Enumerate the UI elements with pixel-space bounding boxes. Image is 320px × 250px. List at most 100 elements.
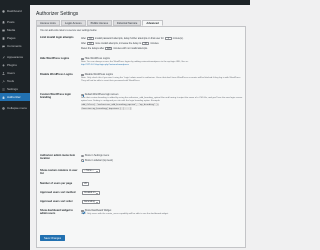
sidebar-item-media[interactable]: Media [0, 26, 30, 34]
hide-wp-logins-field: Hide WordPress Logins Note: You can alwa… [81, 57, 244, 67]
limit-login-fields: After 10 invalid password attempts, dela… [81, 36, 244, 51]
attempts-input-2[interactable]: 10 [87, 41, 95, 46]
lock-icon [2, 95, 5, 99]
sidebar-item-users[interactable]: Users [0, 69, 30, 77]
limit-line1-unit: minute(s). [172, 36, 184, 40]
sidebar-item-tools[interactable]: Tools [0, 77, 30, 85]
delay-input-2[interactable]: 10 [142, 41, 150, 46]
sidebar-item-pages[interactable]: Pages [0, 34, 30, 42]
chevron-down-icon [96, 171, 99, 173]
settings-icon [2, 88, 5, 91]
reset-delay-input[interactable]: 120 [105, 46, 113, 51]
admin-sidebar-menu: Dashboard Posts Media Pages Comments App… [0, 5, 30, 250]
sidebar-item-label: Authorizer [7, 95, 21, 99]
wrench-icon [2, 79, 5, 83]
show-in-sidebar-radio[interactable] [81, 158, 84, 162]
sidebar-item-label: Tools [7, 79, 15, 83]
row-users-per-page: Number of users per page 20 [40, 182, 244, 188]
wp-login-external-link[interactable]: http://127.0.0.1/wp-login.php?external=w… [81, 64, 129, 66]
admin-menu-location-field: Show in Settings menu Show in sidebar (t… [81, 154, 244, 162]
row-limit-login-attempts: Limit invalid login attempts After 10 in… [40, 36, 244, 52]
dashboard-widget-checkbox[interactable] [81, 209, 84, 213]
sidebar-item-dashboard[interactable]: Dashboard [0, 7, 30, 15]
limit-login-label: Limit invalid login attempts [40, 36, 74, 39]
admin-menu-location-label: Authorizer admin menu item location [40, 154, 76, 161]
sort-order-label: Approved users sort order [40, 200, 73, 203]
row-admin-menu-location: Authorizer admin menu item location Show… [40, 154, 244, 164]
sidebar-item-label: Posts [7, 20, 15, 24]
custom-columns-field: -- None -- [81, 169, 244, 173]
limit-line2-text: more invalid attempts, increase the dela… [95, 41, 142, 45]
users-per-page-input[interactable]: 20 [82, 182, 89, 186]
sidebar-item-label: Appearance [7, 55, 24, 59]
attempts-input-1[interactable]: 10 [87, 36, 95, 41]
limit-line1-text: invalid password attempts, delay further… [95, 36, 164, 40]
row-disable-wp-logins: Disable WordPress Logins Disable WordPre… [40, 73, 244, 87]
sidebar-item-label: Settings [7, 87, 18, 91]
save-changes-button[interactable]: Save Changes [40, 235, 66, 241]
row-sort-order: Approved users sort order Ascending [40, 200, 244, 206]
sidebar-item-label: Collapse menu [7, 106, 28, 110]
sort-method-field: Created on [81, 191, 244, 195]
custom-columns-value: -- None -- [84, 170, 94, 172]
users-per-page-field: 20 [81, 182, 244, 186]
dashboard-widget-note: Note: Only users with the create_users c… [81, 213, 169, 216]
sidebar-item-posts[interactable]: Posts [0, 18, 30, 26]
settings-panel: You can add extra rules to a secure user… [36, 26, 246, 248]
sidebar-item-settings[interactable]: Settings [0, 85, 30, 93]
brush-icon [2, 55, 5, 59]
sort-order-select[interactable]: Ascending [82, 200, 100, 204]
dashboard-widget-label: Show dashboard widget to admin users [40, 209, 73, 216]
row-custom-columns: Show custom columns in user list -- None… [40, 169, 244, 176]
show-in-sidebar-label: Show in sidebar (top level) [84, 158, 113, 162]
hide-wp-logins-label: Hide WordPress Logins [40, 57, 70, 60]
sidebar-item-appearance[interactable]: Appearance [0, 53, 30, 61]
plugin-icon [2, 63, 5, 67]
sidebar-item-label: Comments [7, 44, 22, 48]
sidebar-item-authorizer[interactable]: Authorizer [0, 93, 30, 101]
login-branding-label: Custom WordPress login branding [40, 93, 71, 100]
sidebar-item-label: Dashboard [7, 9, 22, 13]
disable-wp-logins-field: Disable WordPress Logins Note: Only chec… [81, 73, 244, 83]
pin-icon [2, 20, 5, 24]
sidebar-item-label: Pages [7, 36, 16, 40]
login-branding-field: Default WordPress login screen Note that… [81, 93, 244, 111]
sidebar-item-plugins[interactable]: Plugins [0, 61, 30, 69]
page-icon [2, 36, 5, 40]
collapse-menu-button[interactable]: Collapse menu [0, 104, 30, 112]
dashboard-widget-field: Show Dashboard Widget Note: Only users w… [81, 209, 244, 216]
row-login-branding: Custom WordPress login branding Default … [40, 93, 244, 119]
sidebar-item-comments[interactable]: Comments [0, 42, 30, 50]
disable-wp-logins-label: Disable WordPress Logins [40, 73, 73, 76]
branding-code-line-1: add_filter( 'authorizer_add_branding_opt… [81, 103, 160, 107]
chevron-down-icon [96, 202, 99, 204]
collapse-icon [2, 106, 5, 110]
show-in-settings-label: Show in Settings menu [84, 154, 110, 158]
media-icon [2, 29, 5, 32]
sidebar-item-label: Users [7, 71, 15, 75]
comment-icon [2, 45, 5, 48]
limit-line2-unit: minutes. [150, 41, 160, 45]
sort-method-label: Approved users sort method [40, 191, 76, 194]
sidebar-item-label: Plugins [7, 63, 17, 67]
sort-order-value: Ascending [84, 201, 95, 203]
custom-columns-label: Show custom columns in user list [40, 169, 78, 176]
show-in-settings-radio[interactable] [81, 154, 84, 158]
page-title: Authorizer Settings [36, 11, 79, 17]
limit-line3-text: minutes with no invalid attempts. [113, 46, 148, 50]
disable-wp-logins-note: Note: Only check this if you aren't usin… [81, 77, 241, 83]
sort-method-select[interactable]: Created on [82, 191, 100, 195]
sidebar-item-label: Media [7, 28, 16, 32]
row-dashboard-widget: Show dashboard widget to admin users Sho… [40, 209, 244, 219]
delay-input-1[interactable]: 1 [164, 36, 172, 41]
limit-line3-prefix: Reset the delays after [81, 46, 105, 50]
sort-method-value: Created on [84, 192, 96, 194]
panel-description: You can add extra rules to a secure user… [40, 30, 97, 32]
custom-columns-select[interactable]: -- None -- [82, 169, 100, 173]
limit-line2-prefix: After [81, 41, 87, 45]
users-icon [2, 71, 5, 75]
row-hide-wp-logins: Hide WordPress Logins Hide WordPress Log… [40, 57, 244, 71]
users-per-page-label: Number of users per page [40, 182, 73, 185]
limit-line1-prefix: After [81, 36, 87, 40]
dashboard-icon [2, 9, 5, 13]
